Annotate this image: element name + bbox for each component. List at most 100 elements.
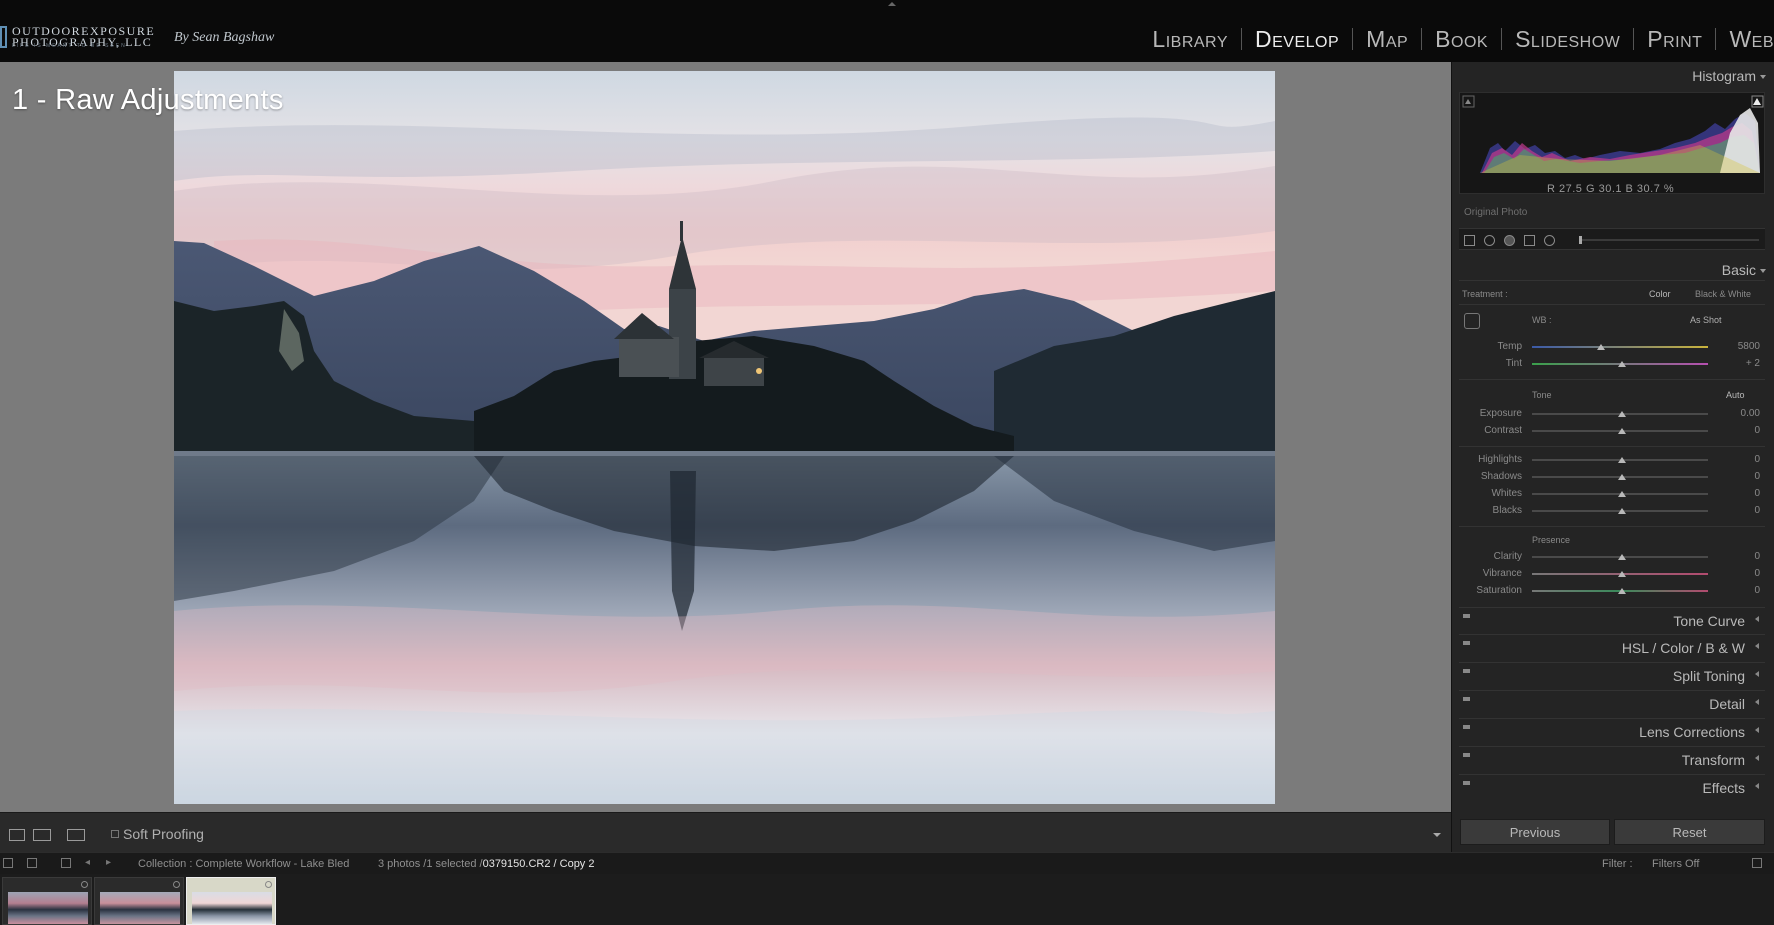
identity-plate-logo-icon <box>0 26 7 48</box>
module-map[interactable]: Map <box>1353 28 1423 51</box>
exposure-label: Exposure <box>1479 408 1522 419</box>
highlights-label: Highlights <box>1478 454 1522 465</box>
contrast-value[interactable]: 0 <box>1720 425 1760 436</box>
tone-curve-panel[interactable]: Tone Curve <box>1459 607 1765 632</box>
whites-value[interactable]: 0 <box>1720 488 1760 499</box>
shadows-value[interactable]: 0 <box>1720 471 1760 482</box>
filmstrip-thumbnail[interactable] <box>2 877 92 925</box>
temp-slider-knob[interactable] <box>1597 344 1605 350</box>
vibrance-slider-knob[interactable] <box>1618 571 1626 577</box>
saturation-value[interactable]: 0 <box>1720 585 1760 596</box>
temp-slider-track[interactable] <box>1532 346 1708 348</box>
filter-lock-icon[interactable] <box>1752 858 1762 868</box>
grid-view-icon[interactable] <box>61 858 71 868</box>
effects-panel[interactable]: Effects <box>1459 774 1765 799</box>
split-toning-panel[interactable]: Split Toning <box>1459 662 1765 687</box>
collapse-top-panel-icon[interactable] <box>888 2 896 6</box>
highlights-slider-knob[interactable] <box>1618 457 1626 463</box>
filmstrip-thumbnail[interactable] <box>94 877 184 925</box>
lens-corrections-panel[interactable]: Lens Corrections <box>1459 718 1765 743</box>
toolbar-options-chevron-icon[interactable] <box>1433 833 1441 837</box>
saturation-slider-knob[interactable] <box>1618 588 1626 594</box>
histogram-chart[interactable] <box>1459 92 1765 194</box>
blacks-value[interactable]: 0 <box>1720 505 1760 516</box>
reset-button[interactable]: Reset <box>1614 819 1765 845</box>
expand-icon[interactable] <box>1755 643 1759 649</box>
treatment-label: Treatment : <box>1462 289 1508 299</box>
before-after-icon[interactable] <box>33 829 51 841</box>
expand-icon[interactable] <box>1755 699 1759 705</box>
loupe-view-icon[interactable] <box>9 829 25 841</box>
highlights-value[interactable]: 0 <box>1720 454 1760 465</box>
filmstrip-thumbnail-selected[interactable] <box>186 877 276 925</box>
module-print[interactable]: Print <box>1634 28 1717 51</box>
basic-collapse-icon[interactable] <box>1760 269 1766 273</box>
module-slideshow[interactable]: Slideshow <box>1502 28 1635 51</box>
second-window-icon[interactable] <box>3 858 13 868</box>
panel-switch-icon[interactable] <box>1463 725 1470 729</box>
radial-filter-icon[interactable] <box>1544 235 1555 246</box>
histogram-collapse-icon[interactable] <box>1760 75 1766 79</box>
contrast-slider-knob[interactable] <box>1618 428 1626 434</box>
main-photo[interactable] <box>174 71 1275 804</box>
before-after-split-icon[interactable] <box>67 829 85 841</box>
whites-slider-knob[interactable] <box>1618 491 1626 497</box>
temp-value[interactable]: 5800 <box>1720 341 1760 352</box>
clarity-slider-knob[interactable] <box>1618 554 1626 560</box>
panel-switch-icon[interactable] <box>1463 697 1470 701</box>
blacks-slider-knob[interactable] <box>1618 508 1626 514</box>
divider <box>1459 280 1765 281</box>
thumbnail-badge-icon <box>265 881 272 888</box>
module-book[interactable]: Book <box>1422 28 1503 51</box>
filter-select[interactable]: Filters Off <box>1652 858 1699 870</box>
histogram-panel-header[interactable]: Histogram <box>1692 68 1756 84</box>
detail-panel[interactable]: Detail <box>1459 690 1765 715</box>
clarity-value[interactable]: 0 <box>1720 551 1760 562</box>
vibrance-value[interactable]: 0 <box>1720 568 1760 579</box>
wb-select[interactable]: As Shot <box>1690 315 1722 325</box>
collection-source[interactable]: Collection : Complete Workflow - Lake Bl… <box>138 858 349 870</box>
previous-button[interactable]: Previous <box>1460 819 1610 845</box>
module-bar: OUTDOOREXPOSURE PHOTOGRAPHY, LLC LIFE IS… <box>0 0 1774 62</box>
forward-arrow-icon[interactable]: ▸ <box>106 858 116 868</box>
basic-panel-header[interactable]: Basic <box>1722 262 1756 278</box>
module-develop[interactable]: Develop <box>1242 28 1354 51</box>
tone-auto-button[interactable]: Auto <box>1726 390 1745 400</box>
panel-switch-icon[interactable] <box>1463 614 1470 618</box>
wb-eyedropper-icon[interactable] <box>1464 313 1480 329</box>
photo-count: 3 photos /1 selected / <box>378 858 483 870</box>
exposure-value[interactable]: 0.00 <box>1720 408 1760 419</box>
module-web[interactable]: Web <box>1716 28 1774 51</box>
soft-proofing-checkbox[interactable] <box>111 830 119 838</box>
shadows-slider-knob[interactable] <box>1618 474 1626 480</box>
back-arrow-icon[interactable]: ◂ <box>85 858 95 868</box>
adjustment-brush-slider[interactable] <box>1579 239 1759 241</box>
treatment-bw-option[interactable]: Black & White <box>1695 289 1751 299</box>
panel-switch-icon[interactable] <box>1463 781 1470 785</box>
crop-tool-icon[interactable] <box>1464 235 1475 246</box>
original-photo-checkbox[interactable]: Original Photo <box>1464 207 1527 218</box>
transform-panel[interactable]: Transform <box>1459 746 1765 771</box>
expand-icon[interactable] <box>1755 671 1759 677</box>
adjustment-brush-knob[interactable] <box>1579 236 1582 244</box>
panel-switch-icon[interactable] <box>1463 753 1470 757</box>
soft-proofing-label: Soft Proofing <box>123 826 204 842</box>
red-eye-icon[interactable] <box>1504 235 1515 246</box>
tint-value[interactable]: + 2 <box>1720 358 1760 369</box>
expand-icon[interactable] <box>1755 783 1759 789</box>
graduated-filter-icon[interactable] <box>1524 235 1535 246</box>
panel-switch-icon[interactable] <box>1463 641 1470 645</box>
panel-switch-icon[interactable] <box>1463 669 1470 673</box>
thumbnail-image <box>192 892 272 924</box>
hsl-panel[interactable]: HSL / Color / B & W <box>1459 634 1765 659</box>
second-display-icon[interactable] <box>27 858 37 868</box>
tint-slider-knob[interactable] <box>1618 361 1626 367</box>
expand-icon[interactable] <box>1755 727 1759 733</box>
expand-icon[interactable] <box>1755 755 1759 761</box>
module-library[interactable]: Library <box>1139 28 1242 51</box>
expand-icon[interactable] <box>1755 616 1759 622</box>
spot-removal-icon[interactable] <box>1484 235 1495 246</box>
exposure-slider-knob[interactable] <box>1618 411 1626 417</box>
identity-plate-tagline: LIFE IS MEANT TO BE SEEN <box>12 43 127 49</box>
treatment-color-option[interactable]: Color <box>1649 289 1671 299</box>
